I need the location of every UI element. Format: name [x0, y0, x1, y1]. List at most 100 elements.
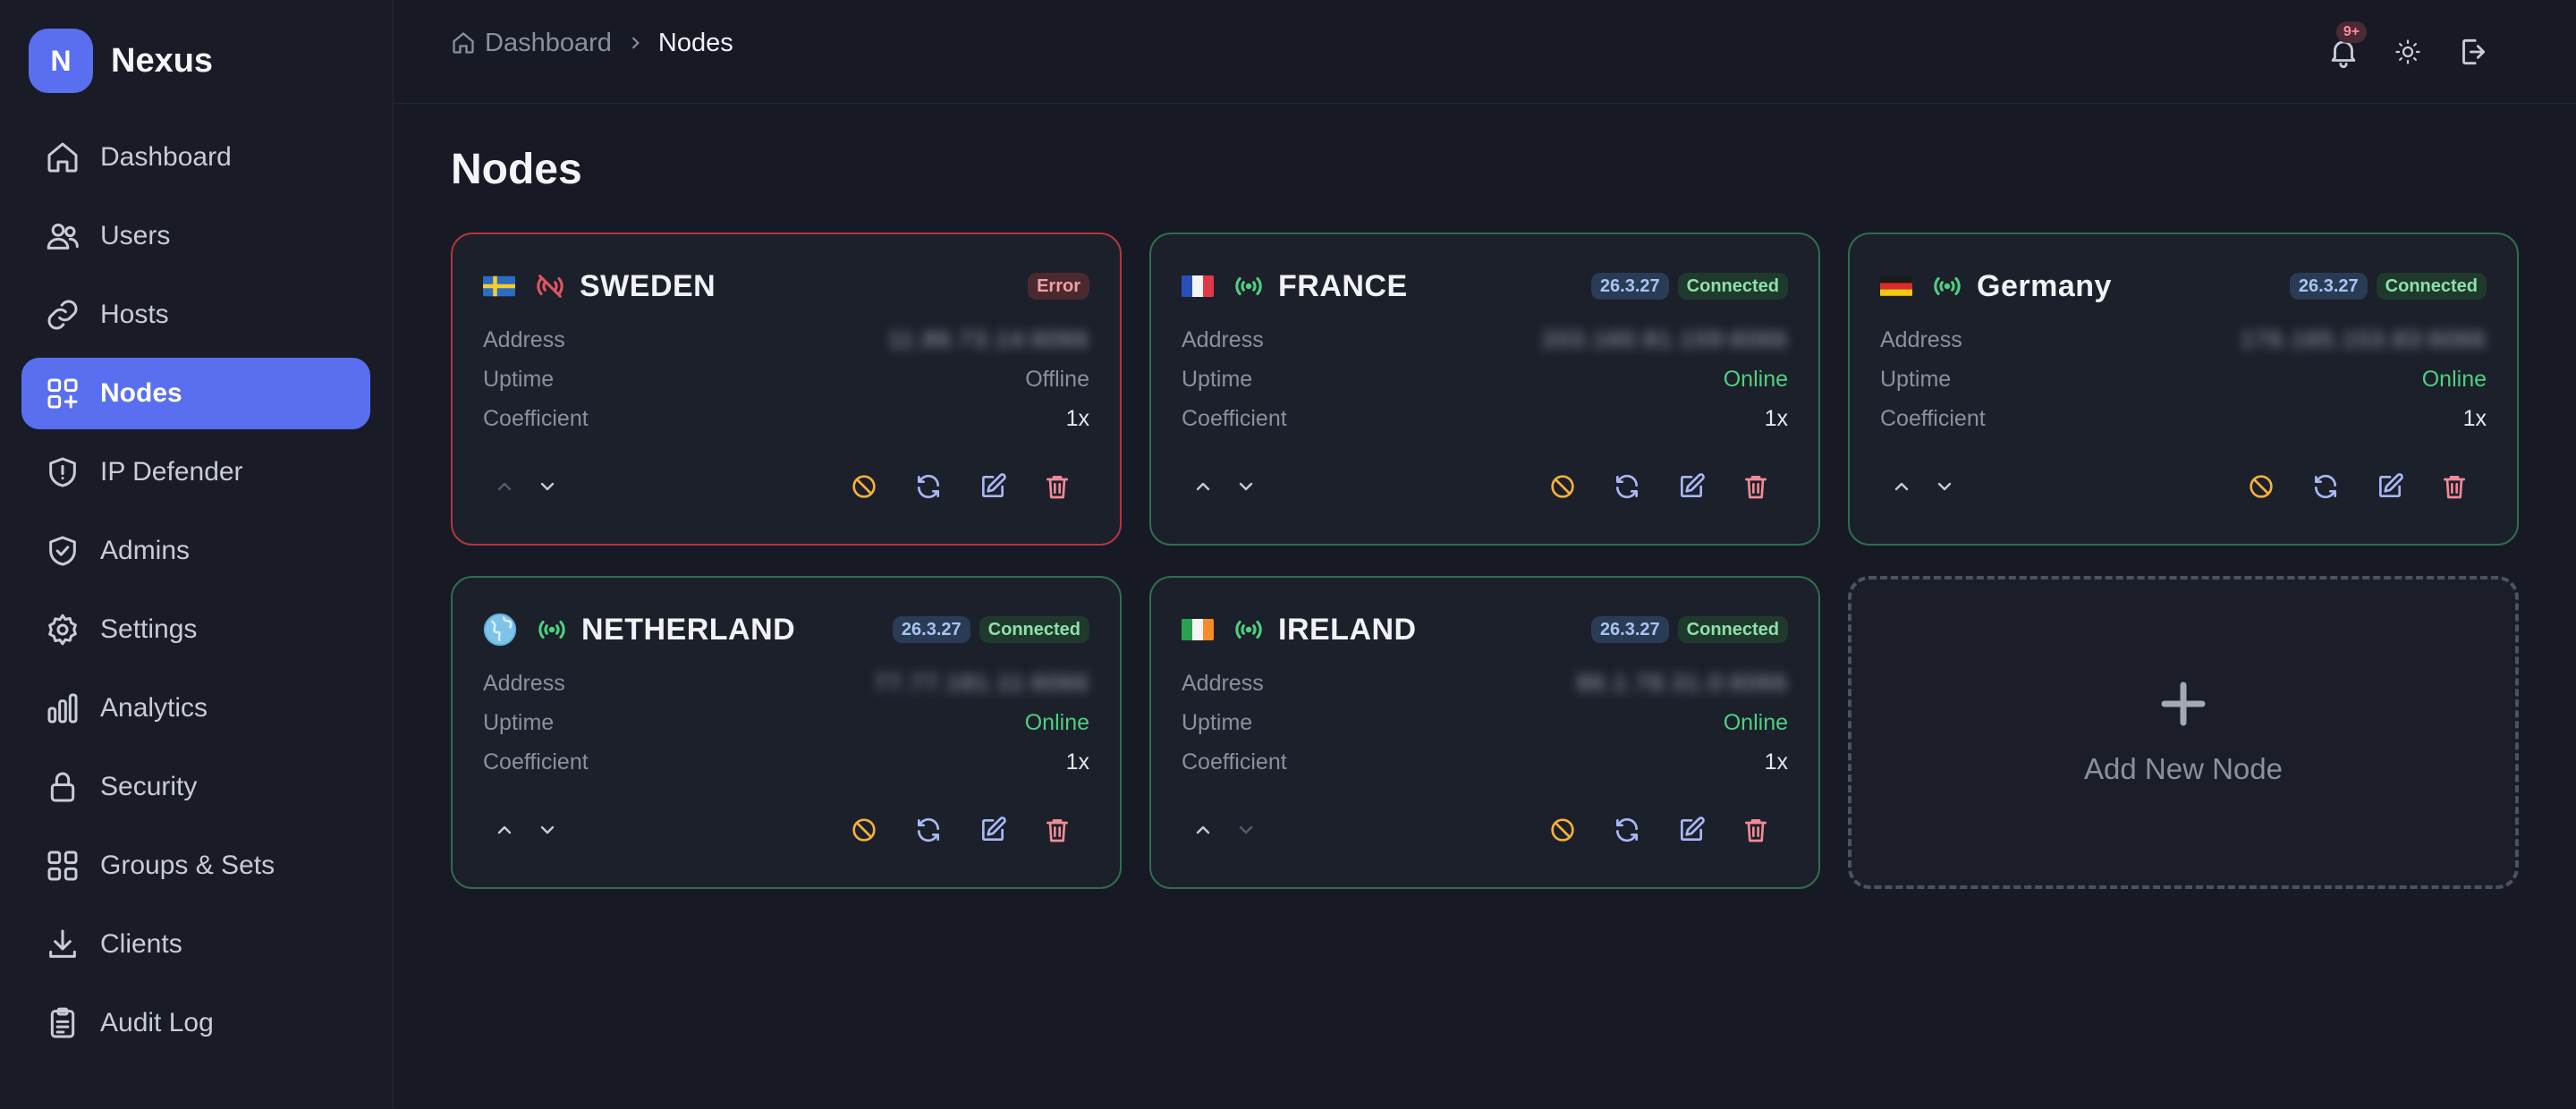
signal-icon [537, 614, 567, 645]
edit-button[interactable] [1670, 808, 1713, 851]
sidebar-item-clients[interactable]: Clients [21, 909, 370, 980]
ban-icon [852, 475, 876, 498]
sidebar-item-audit-log[interactable]: Audit Log [21, 987, 370, 1059]
address-value: 11.86.73.14:6066 [888, 326, 1089, 352]
link-icon [43, 295, 82, 334]
uptime-label: Uptime [1182, 709, 1253, 735]
address-label: Address [1182, 326, 1264, 352]
notifications-button[interactable]: 9+ [2318, 21, 2368, 77]
disable-button[interactable] [2240, 465, 2283, 508]
trash-icon [1745, 476, 1767, 499]
edit-button[interactable] [2368, 465, 2411, 508]
breadcrumb-home[interactable]: Dashboard [451, 29, 612, 58]
logout-button[interactable] [2447, 27, 2497, 77]
breadcrumb-current: Nodes [657, 28, 733, 57]
sidebar-item-ip-defender[interactable]: IP Defender [21, 436, 370, 508]
shield-check-icon [43, 531, 82, 571]
sync-button[interactable] [907, 808, 950, 851]
edit-icon [1681, 473, 1705, 497]
move-down-button[interactable] [526, 465, 569, 508]
france-flag-icon [1182, 275, 1214, 298]
address-label: Address [483, 670, 565, 696]
brand-name: Nexus [111, 41, 214, 80]
sidebar-item-label: Analytics [100, 693, 208, 723]
sidebar-item-label: Dashboard [100, 142, 232, 172]
move-down-button[interactable] [526, 808, 569, 851]
coefficient-value: 1x [1065, 749, 1089, 775]
delete-button[interactable] [1734, 465, 1777, 508]
sidebar-item-settings[interactable]: Settings [21, 594, 370, 665]
breadcrumb-home-label: Dashboard [485, 28, 612, 57]
chevron-up-icon [497, 482, 512, 491]
brand-logo: N [29, 29, 93, 93]
delete-button[interactable] [2433, 465, 2476, 508]
brand[interactable]: N Nexus [29, 29, 213, 93]
status-badge: Connected [979, 616, 1089, 643]
chevron-down-icon [1239, 825, 1253, 834]
move-up-button[interactable] [483, 465, 526, 508]
breadcrumb: Dashboard Nodes [451, 25, 733, 61]
move-down-button[interactable] [1224, 808, 1267, 851]
add-node-button[interactable]: Add New Node [1848, 576, 2519, 889]
delete-button[interactable] [1036, 465, 1079, 508]
move-up-button[interactable] [1182, 465, 1224, 508]
edit-button[interactable] [971, 465, 1014, 508]
refresh-icon [918, 817, 939, 842]
move-up-button[interactable] [483, 808, 526, 851]
sidebar-item-nodes[interactable]: Nodes [21, 358, 370, 429]
sidebar-item-analytics[interactable]: Analytics [21, 673, 370, 744]
sidebar-item-groups-sets[interactable]: Groups & Sets [21, 830, 370, 902]
sidebar-item-admins[interactable]: Admins [21, 515, 370, 587]
sidebar-nav: Dashboard Users Hosts Nodes IP Defender … [21, 122, 370, 1066]
header-actions: 9+ [2304, 21, 2497, 77]
sidebar-item-dashboard[interactable]: Dashboard [21, 122, 370, 193]
download-icon [43, 925, 82, 964]
sync-button[interactable] [1606, 465, 1648, 508]
chevron-down-icon [540, 482, 555, 491]
delete-button[interactable] [1036, 808, 1079, 851]
version-badge: 26.3.27 [1590, 616, 1669, 643]
sidebar-item-users[interactable]: Users [21, 200, 370, 272]
disable-button[interactable] [1541, 808, 1584, 851]
coefficient-label: Coefficient [1880, 405, 1986, 431]
lock-icon [43, 767, 82, 807]
signal-icon [1233, 614, 1264, 645]
uptime-value: Offline [1025, 366, 1089, 392]
trash-icon [1745, 819, 1767, 842]
theme-toggle-button[interactable] [2383, 27, 2433, 77]
disable-button[interactable] [843, 465, 886, 508]
edit-button[interactable] [971, 808, 1014, 851]
status-badge: Error [1028, 273, 1089, 300]
address-value: 176.165.153.83:6066 [2241, 326, 2487, 352]
sync-button[interactable] [2304, 465, 2347, 508]
uptime-label: Uptime [1182, 366, 1253, 392]
node-card-france: FRANCE 26.3.27 Connected Address 203.160.… [1149, 233, 1820, 546]
sidebar-item-hosts[interactable]: Hosts [21, 279, 370, 351]
ireland-flag-icon [1182, 618, 1214, 641]
move-up-button[interactable] [1880, 465, 1923, 508]
globe-icon [483, 613, 517, 647]
sidebar-item-security[interactable]: Security [21, 751, 370, 823]
delete-button[interactable] [1734, 808, 1777, 851]
edit-button[interactable] [1670, 465, 1713, 508]
signal-off-icon [535, 271, 565, 301]
move-up-button[interactable] [1182, 808, 1224, 851]
sidebar-item-label: IP Defender [100, 457, 243, 487]
home-icon [453, 31, 474, 54]
disable-button[interactable] [843, 808, 886, 851]
refresh-icon [1616, 817, 1638, 842]
move-down-button[interactable] [1224, 465, 1267, 508]
ban-icon [2250, 475, 2273, 498]
sync-button[interactable] [1606, 808, 1648, 851]
chevron-up-icon [1894, 482, 1909, 491]
disable-button[interactable] [1541, 465, 1584, 508]
bar-chart-icon [43, 689, 82, 728]
address-value: 86.1.78.31.0:6066 [1577, 670, 1788, 696]
sidebar-item-label: Nodes [100, 378, 182, 408]
chevron-up-icon [497, 825, 512, 834]
sync-button[interactable] [907, 465, 950, 508]
sidebar-item-label: Settings [100, 614, 198, 644]
node-card-sweden: SWEDEN Error Address 11.86.73.14:6066 Upt… [451, 233, 1122, 546]
move-down-button[interactable] [1923, 465, 1966, 508]
sidebar: N Nexus Dashboard Users Hosts Nodes IP D… [0, 0, 394, 1109]
